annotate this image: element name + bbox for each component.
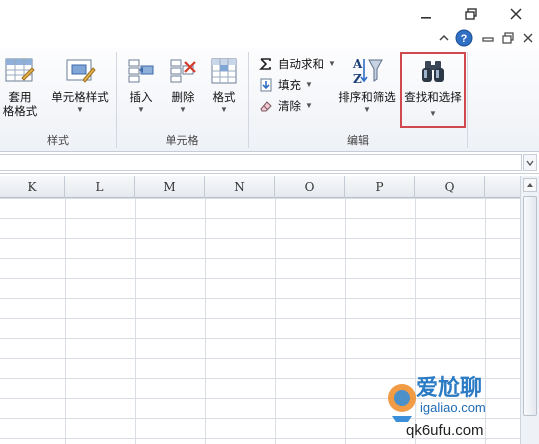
watermark-url: igaliao.com	[420, 400, 486, 415]
watermark-title: 爱尬聊	[416, 376, 483, 401]
restore-window-button[interactable]	[458, 3, 484, 25]
fill-icon	[258, 77, 274, 93]
minimize-workbook-button[interactable]	[480, 30, 496, 46]
dropdown-caret-icon: ▼	[363, 105, 371, 114]
sort-filter-label: 排序和筛选	[338, 92, 396, 104]
column-header[interactable]: O	[275, 176, 345, 198]
svg-text:A: A	[352, 57, 363, 71]
group-separator	[467, 52, 468, 148]
ribbon-quick-controls: ?	[0, 28, 539, 48]
formula-bar	[0, 152, 539, 174]
help-icon: ?	[455, 29, 473, 47]
table-format-button[interactable]: 套用 格格式	[0, 52, 40, 126]
column-header-label: K	[27, 179, 37, 194]
table-format-label-line2: 格格式	[2, 106, 38, 118]
insert-button[interactable]: 插入 ▼	[122, 52, 160, 126]
help-button[interactable]: ?	[455, 29, 473, 47]
restore-workbook-button[interactable]	[500, 30, 516, 46]
column-header-label: P	[375, 179, 384, 194]
chevron-up-icon	[439, 34, 449, 41]
close-icon	[523, 33, 533, 43]
delete-cells-icon	[166, 54, 200, 88]
table-format-icon	[3, 54, 37, 88]
column-header[interactable]: Q	[415, 176, 485, 198]
dropdown-caret-icon: ▼	[305, 101, 313, 110]
autosum-button[interactable]: 自动求和 ▼	[258, 54, 336, 74]
delete-label: 删除	[171, 92, 195, 104]
sigma-icon	[258, 56, 274, 72]
table-format-label-line1: 套用	[8, 92, 32, 104]
dropdown-caret-icon: ▼	[305, 80, 313, 89]
watermark-url-secondary: qk6ufu.com	[406, 422, 484, 439]
insert-label: 插入	[129, 92, 153, 104]
cell-styles-button[interactable]: 单元格样式 ▼	[46, 52, 114, 126]
chevron-up-icon	[527, 183, 533, 187]
column-header[interactable]	[485, 176, 520, 198]
watermark: 爱尬聊 igaliao.com qk6ufu.com	[380, 364, 539, 444]
restore-icon	[465, 8, 477, 20]
column-header-label: O	[304, 179, 315, 194]
format-cells-icon	[207, 54, 241, 88]
formula-input[interactable]	[0, 154, 522, 171]
clear-button[interactable]: 清除 ▼	[258, 96, 313, 116]
sort-filter-button[interactable]: A Z 排序和筛选 ▼	[334, 52, 400, 126]
column-header-label: N	[234, 179, 245, 194]
delete-button[interactable]: 删除 ▼	[164, 52, 202, 126]
svg-text:Z: Z	[353, 72, 362, 86]
expand-formula-bar-button[interactable]	[523, 154, 537, 171]
column-header[interactable]: N	[205, 176, 275, 198]
svg-text:?: ?	[461, 33, 468, 45]
sort-filter-icon: A Z	[350, 54, 384, 88]
minimize-icon	[421, 17, 431, 19]
column-header[interactable]: L	[65, 176, 135, 198]
column-header-label: L	[95, 179, 104, 194]
scroll-up-button[interactable]	[523, 178, 537, 192]
close-icon	[510, 8, 522, 20]
eraser-icon	[258, 98, 274, 114]
clear-label: 清除	[278, 101, 301, 113]
close-window-button[interactable]	[503, 3, 529, 25]
dropdown-caret-icon: ▼	[220, 105, 228, 114]
annotation-highlight-box	[400, 52, 466, 128]
minimize-icon	[482, 37, 494, 42]
table-format-label: 套用 格格式	[3, 91, 38, 119]
minimize-ribbon-button[interactable]	[436, 30, 452, 46]
dropdown-caret-icon: ▼	[137, 105, 145, 114]
insert-cells-icon	[124, 54, 158, 88]
styles-group-label: 样式	[47, 135, 69, 147]
dropdown-caret-icon: ▼	[179, 105, 187, 114]
fill-label: 填充	[278, 80, 301, 92]
column-header[interactable]: K	[0, 176, 65, 198]
column-header-label: Q	[444, 179, 455, 194]
editing-group-label: 编辑	[347, 135, 369, 147]
dropdown-caret-icon: ▼	[76, 105, 84, 114]
cell-styles-label: 单元格样式	[51, 92, 109, 104]
cell-styles-icon	[63, 54, 97, 88]
column-header-label: M	[163, 179, 176, 194]
format-button[interactable]: 格式 ▼	[205, 52, 243, 126]
autosum-label: 自动求和	[278, 59, 324, 71]
format-label: 格式	[212, 92, 236, 104]
cells-group-label: 单元格	[165, 135, 199, 147]
restore-icon	[502, 32, 514, 44]
column-header[interactable]: M	[135, 176, 205, 198]
column-header[interactable]: P	[345, 176, 415, 198]
window-title-bar	[0, 0, 539, 28]
chevron-down-icon	[526, 160, 534, 166]
close-workbook-button[interactable]	[520, 30, 536, 46]
minimize-window-button[interactable]	[413, 3, 439, 25]
fill-button[interactable]: 填充 ▼	[258, 75, 313, 95]
